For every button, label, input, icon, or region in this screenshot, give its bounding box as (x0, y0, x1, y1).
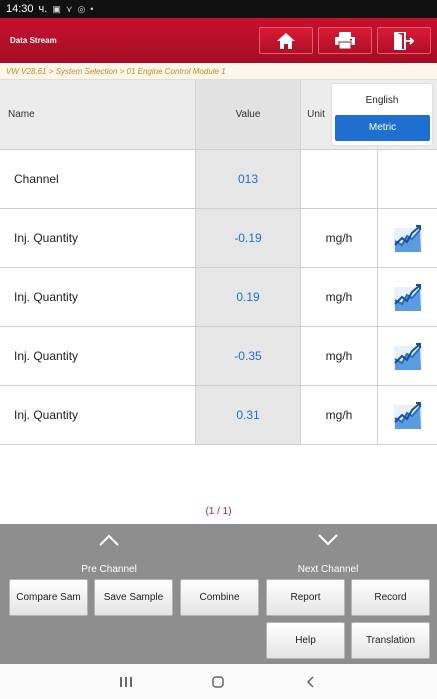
exit-button[interactable] (377, 27, 431, 54)
row-value: 0.19 (196, 268, 301, 326)
trend-graph-icon (393, 402, 422, 429)
row-name: Inj. Quantity (0, 386, 196, 444)
image-icon: ▣ (52, 3, 61, 14)
back-nav-icon[interactable] (304, 675, 318, 688)
help-button[interactable]: Help (266, 622, 345, 659)
record-button[interactable]: Record (351, 579, 430, 616)
home-nav-icon[interactable] (211, 675, 225, 688)
row-name: Inj. Quantity (0, 327, 196, 385)
column-header-unit: Unit (307, 109, 325, 120)
home-button[interactable] (259, 27, 313, 54)
graph-button[interactable] (378, 209, 437, 267)
report-button[interactable]: Report (266, 579, 345, 616)
page-title: Data Stream (10, 36, 57, 45)
dot-icon: • (90, 4, 94, 14)
home-icon (277, 32, 295, 49)
system-nav-bar (0, 664, 437, 699)
row-value: 0.31 (196, 386, 301, 444)
table-row[interactable]: Inj. Quantity -0.35 mg/h (0, 327, 437, 386)
combine-button[interactable]: Combine (180, 579, 259, 616)
unit-toggle: English Metric (332, 84, 432, 145)
table-row[interactable]: Inj. Quantity 0.31 mg/h (0, 386, 437, 445)
pre-channel-label: Pre Channel (81, 564, 137, 575)
trend-graph-icon (393, 343, 422, 370)
sync-icon: ◎ (77, 3, 86, 14)
page-indicator: (1 / 1) (205, 506, 232, 517)
row-value: -0.35 (196, 327, 301, 385)
graph-button[interactable] (378, 268, 437, 326)
graph-button[interactable] (378, 327, 437, 385)
breadcrumb: VW V28.61 > System Selection > 01 Engine… (0, 63, 437, 80)
row-value: -0.19 (196, 209, 301, 267)
pre-channel-button[interactable]: Pre Channel (0, 524, 218, 576)
row-unit: mg/h (301, 386, 378, 444)
row-unit (301, 150, 378, 208)
chevron-down-icon (318, 534, 338, 546)
save-sample-button[interactable]: Save Sample (94, 579, 173, 616)
row-unit: mg/h (301, 268, 378, 326)
row-name: Inj. Quantity (0, 268, 196, 326)
row-unit: mg/h (301, 209, 378, 267)
metric-units-option[interactable]: Metric (335, 115, 430, 141)
table-row[interactable]: Inj. Quantity -0.19 mg/h (0, 209, 437, 268)
printer-icon (335, 32, 355, 49)
trend-graph-icon (393, 284, 422, 311)
row-name: Inj. Quantity (0, 209, 196, 267)
next-channel-label: Next Channel (297, 564, 359, 575)
row-unit: mg/h (301, 327, 378, 385)
row-graph-cell (378, 150, 437, 208)
compare-sample-button[interactable]: Compare Sam (9, 579, 88, 616)
column-header-value: Value (196, 80, 301, 149)
recent-apps-icon[interactable] (119, 676, 133, 688)
vpn-icon: ⋎ (65, 3, 73, 14)
graph-button[interactable] (378, 386, 437, 444)
trend-graph-icon (393, 225, 422, 252)
row-value: 013 (196, 150, 301, 208)
status-time: 14:30 (6, 3, 34, 15)
table-row[interactable]: Inj. Quantity 0.19 mg/h (0, 268, 437, 327)
print-button[interactable] (318, 27, 372, 54)
exit-icon (394, 31, 414, 50)
english-units-option[interactable]: English (332, 90, 432, 112)
column-header-name: Name (0, 80, 196, 149)
app-header: Data Stream (0, 18, 437, 63)
table-row[interactable]: Channel 013 (0, 150, 437, 209)
chevron-up-icon (99, 534, 119, 546)
status-carrier: ч. (38, 3, 48, 15)
translation-button[interactable]: Translation (351, 622, 430, 659)
bottom-control-panel: Pre Channel Next Channel Compare Sam Sav… (0, 524, 437, 664)
status-bar: 14:30 ч. ▣ ⋎ ◎ • (0, 0, 437, 18)
row-name: Channel (0, 150, 196, 208)
next-channel-button[interactable]: Next Channel (219, 524, 437, 576)
